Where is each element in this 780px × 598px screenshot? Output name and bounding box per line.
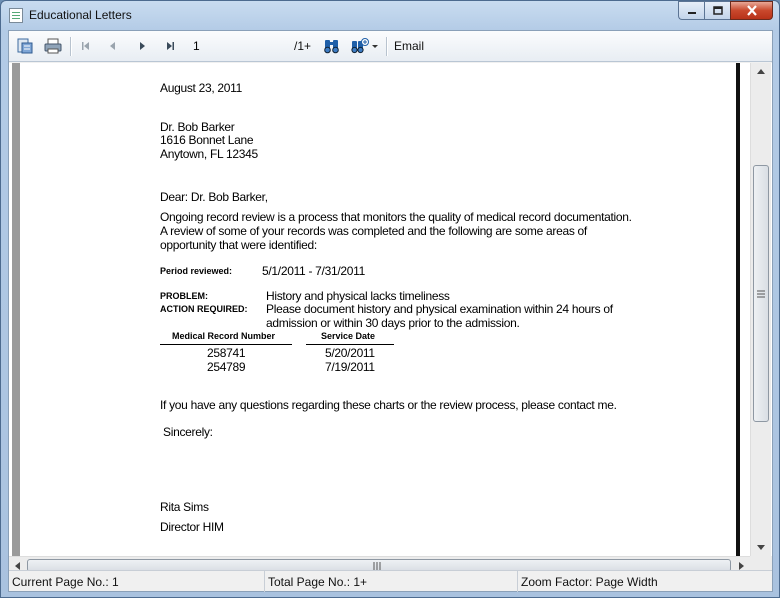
intro-line-2: A review of some of your records was com… <box>160 224 587 238</box>
first-page-icon <box>82 42 89 50</box>
table-header-mrn: Medical Record Number <box>172 331 276 341</box>
page-gutter <box>740 63 750 556</box>
export-icon <box>17 38 33 54</box>
toolbar-separator <box>70 37 71 56</box>
period-value: 5/1/2011 - 7/31/2011 <box>262 264 365 278</box>
status-total-pages: Total Page No.: 1+ <box>265 571 518 592</box>
table-cell-date: 5/20/2011 <box>325 346 375 360</box>
recipient-street: 1616 Bonnet Lane <box>160 133 254 147</box>
intro-line-1: Ongoing record review is a process that … <box>160 210 632 224</box>
page-shadow-left <box>12 63 21 556</box>
toolbar: /1+ Email <box>9 31 772 62</box>
arrow-right-icon <box>739 561 744 570</box>
arrow-down-icon <box>757 545 765 550</box>
action-label: ACTION REQUIRED: <box>160 304 248 314</box>
arrow-left-icon <box>15 561 20 570</box>
prev-page-icon <box>110 42 115 50</box>
zoom-icon <box>351 38 378 54</box>
last-page-icon <box>167 42 174 50</box>
prev-page-button[interactable] <box>106 37 120 55</box>
recipient-city: Anytown, FL 12345 <box>160 147 258 161</box>
page-count-label: /1+ <box>294 39 312 53</box>
report-viewer[interactable]: August 23, 2011 Dr. Bob Barker 1616 Bonn… <box>9 63 772 573</box>
email-button[interactable]: Email <box>394 39 424 53</box>
window-controls <box>678 1 773 21</box>
problem-label: PROBLEM: <box>160 291 208 301</box>
app-icon <box>9 8 23 23</box>
closing-question: If you have any questions regarding thes… <box>160 398 617 412</box>
table-cell-date: 7/19/2011 <box>325 360 375 374</box>
export-button[interactable] <box>15 37 35 55</box>
arrow-up-icon <box>757 69 765 74</box>
salutation: Dear: Dr. Bob Barker, <box>160 190 268 204</box>
last-page-button[interactable] <box>163 37 177 55</box>
table-header-service-date: Service Date <box>321 331 376 341</box>
print-icon <box>44 38 62 54</box>
client-area: /1+ Email Aug <box>8 30 773 592</box>
status-current-page: Current Page No.: 1 <box>9 571 265 592</box>
toolbar-separator <box>386 37 387 56</box>
signer-title: Director HIM <box>160 520 224 534</box>
table-header-rule <box>160 344 292 345</box>
find-icon <box>324 40 339 54</box>
window-title: Educational Letters <box>29 8 132 22</box>
period-label: Period reviewed: <box>160 266 233 276</box>
report-page: August 23, 2011 Dr. Bob Barker 1616 Bonn… <box>20 63 736 556</box>
maximize-button[interactable] <box>704 1 730 20</box>
next-page-button[interactable] <box>135 37 149 55</box>
action-line-2: admission or within 30 days prior to the… <box>266 316 520 330</box>
first-page-button[interactable] <box>79 37 93 55</box>
problem-value: History and physical lacks timeliness <box>266 289 450 303</box>
find-button[interactable] <box>322 37 342 55</box>
app-window: Educational Letters 1 /1+ Email August 2… <box>0 0 780 598</box>
action-line-1: Please document history and physical exa… <box>266 302 613 316</box>
page-number-input[interactable] <box>191 36 291 56</box>
print-button[interactable] <box>42 37 64 55</box>
status-bar: Current Page No.: 1 Total Page No.: 1+ Z… <box>9 570 772 592</box>
signer-name: Rita Sims <box>160 500 209 514</box>
grip-icon <box>757 290 765 298</box>
title-bar[interactable]: Educational Letters <box>1 1 779 29</box>
recipient-name: Dr. Bob Barker <box>160 120 235 134</box>
letter-date: August 23, 2011 <box>160 81 243 95</box>
intro-line-3: opportunity that were identified: <box>160 238 317 252</box>
sign-off: Sincerely: <box>163 425 213 439</box>
table-header-rule <box>306 344 394 345</box>
close-icon <box>746 5 757 16</box>
minimize-button[interactable] <box>678 1 704 20</box>
vertical-scroll-thumb[interactable] <box>753 165 769 422</box>
maximize-icon <box>712 6 723 15</box>
vertical-scrollbar[interactable] <box>750 63 771 556</box>
table-cell-mrn: 258741 <box>207 346 246 360</box>
status-zoom-factor: Zoom Factor: Page Width <box>521 574 658 589</box>
minimize-icon <box>687 11 696 14</box>
scroll-up-button[interactable] <box>751 63 771 80</box>
scroll-down-button[interactable] <box>751 539 771 556</box>
next-page-icon <box>140 42 145 50</box>
close-button[interactable] <box>730 1 773 20</box>
zoom-dropdown-button[interactable] <box>349 37 381 55</box>
table-cell-mrn: 254789 <box>207 360 246 374</box>
